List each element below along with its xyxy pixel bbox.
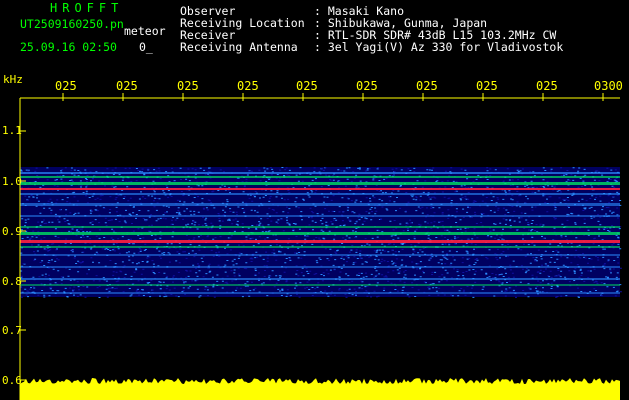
time-tick-label: 025 [55,79,77,93]
signal-strength-bar [20,378,620,400]
freq-tick-label: 0.7 [2,324,22,337]
time-tick-label: 025 [416,79,438,93]
time-tick-label: 025 [116,79,138,93]
time-tick-marks [62,93,604,101]
signal-band [20,278,620,280]
time-tick-label: 025 [536,79,558,93]
timestamp: 25.09.16 02:50 [20,40,117,54]
signal-band [20,193,620,195]
file-name: UT2509160250.pn [20,17,124,31]
signal-band [20,176,620,178]
time-tick-label: 0300 [594,79,623,93]
signal-band [20,292,620,294]
freq-tick-label: 0.8 [2,275,22,288]
freq-tick-label: 1.0 [2,175,22,188]
signal-band [20,266,620,268]
time-tick-label: 025 [177,79,199,93]
signal-band [20,246,620,248]
signal-band [20,172,620,174]
hrofft-window: HROFFT UT2509160250.pn meteor 25.09.16 0… [0,0,629,400]
freq-tick-label: 0.9 [2,225,22,238]
signal-band [20,203,620,206]
unit-label: kHz [3,73,23,86]
freq-tick-label: 1.1 [2,124,22,137]
signal-band [20,188,620,190]
antenna-label: Receiving Antenna [180,40,298,54]
freq-tick-label: 0.6 [2,374,22,387]
time-tick-label: 025 [237,79,259,93]
time-tick-label: 025 [356,79,378,93]
antenna-value: : 3el Yagi(V) Az 330 for Vladivostok [314,40,564,54]
signal-band [20,182,620,185]
signal-band [20,240,620,243]
signal-band [20,254,620,256]
signal-band [20,284,620,286]
mode-label: meteor [124,24,166,38]
signal-band [20,215,620,217]
time-tick-label: 025 [296,79,318,93]
signal-band [20,226,620,228]
app-title: HROFFT [50,1,124,15]
spectrogram-panel [19,93,622,400]
time-tick-label: 025 [476,79,498,93]
signal-band [20,232,620,235]
event-count: 0_ [139,40,153,54]
